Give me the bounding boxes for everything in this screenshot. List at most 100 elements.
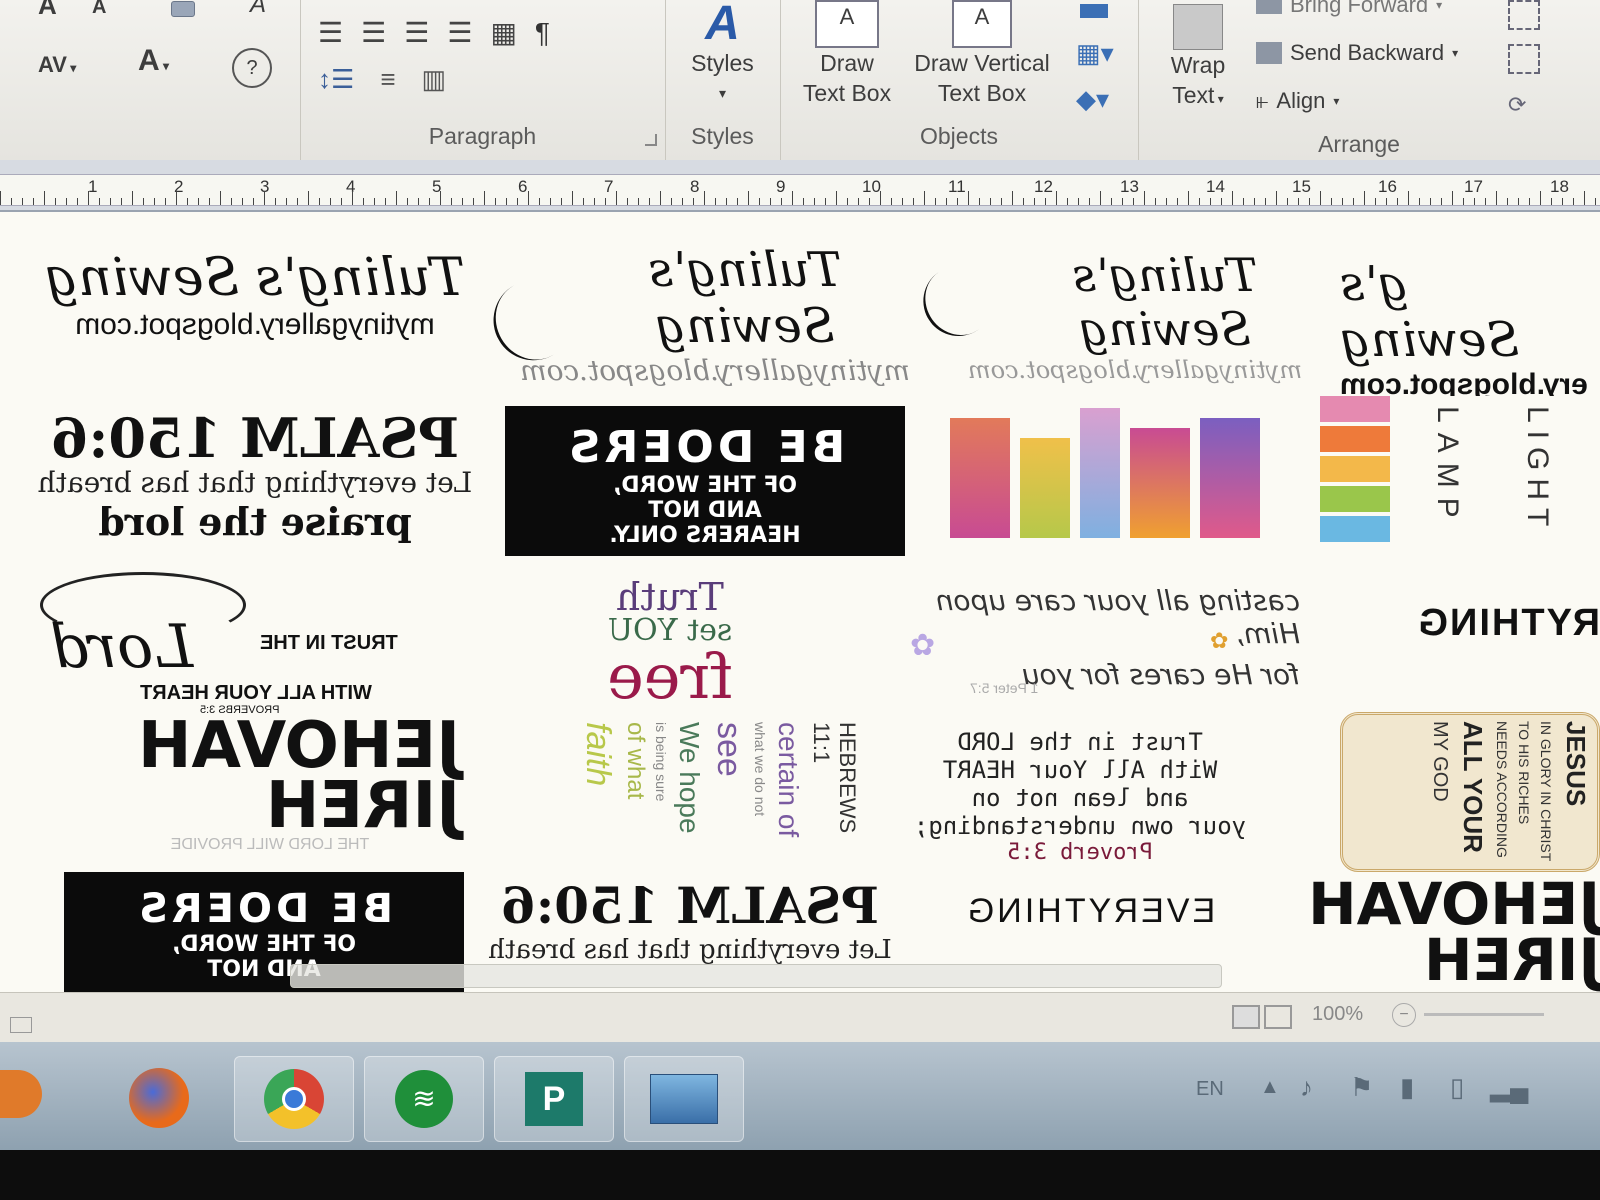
ruler-tick <box>880 191 881 205</box>
ruler-tick <box>759 198 760 205</box>
ruler-tick <box>1221 198 1222 205</box>
network-icon[interactable]: ▮ <box>1400 1072 1414 1103</box>
screen: A A A AV ▾ A ▾ ? ☰ ☰ ☰ ☰ ▦ ¶ ↕☰ ≡ ▥ Para… <box>0 0 1600 1150</box>
horizontal-ruler[interactable]: 1 2 3 4 5 6 7 8 9 10 11 12 13 14 15 16 17 18 <box>0 160 1600 212</box>
ruler-tick <box>1441 198 1442 205</box>
label-word-collage[interactable] <box>950 408 1280 558</box>
taskbar-chrome[interactable] <box>234 1056 354 1142</box>
ruler-tick <box>1320 191 1321 205</box>
be-doers-title: BE DOERS <box>564 422 846 473</box>
send-backward-button[interactable]: Send Backward ▾ <box>1256 40 1458 66</box>
rotate-icon[interactable]: ⟳ <box>1508 92 1526 118</box>
zoom-level[interactable]: 100% <box>1312 1003 1363 1026</box>
grow-font-button[interactable]: A <box>38 0 57 20</box>
ruler-tick <box>231 198 232 205</box>
ruler-tick <box>1397 198 1398 205</box>
ruler-tick <box>33 198 34 205</box>
align-button[interactable]: ⫦ Align ▾ <box>1256 88 1339 114</box>
label-be-doers[interactable]: BE DOERS OF THE WORD, AND NOT HEARERS ON… <box>505 406 905 556</box>
ruler-tick <box>583 198 584 205</box>
pilcrow-icon[interactable]: ¶ <box>535 17 550 49</box>
paragraph-spacing-icon[interactable]: ≡ <box>380 64 395 95</box>
color-stripe <box>1320 426 1390 452</box>
taskbar-publisher[interactable]: P <box>494 1056 614 1142</box>
bring-forward-button[interactable]: Bring Forward ▾ <box>1256 0 1442 18</box>
ruler-tick <box>319 198 320 205</box>
label-tulings-sewing-4[interactable]: g's Sewing ery.blogspot.com <box>1340 256 1600 396</box>
label-jesus-riches[interactable]: JESUS IN GLORY IN CHRIST TO HIS RICHES N… <box>1340 712 1600 872</box>
zoom-out-icon[interactable]: − <box>1392 1003 1416 1027</box>
ruler-tick <box>1331 198 1332 205</box>
label-tulings-sewing-2[interactable]: Tuling's Sewing mytinygallery.blogspot.c… <box>478 242 910 392</box>
dialog-launcher-icon[interactable] <box>645 134 657 146</box>
label-lamp-light[interactable]: LAMP LIGHT <box>1320 396 1600 556</box>
line-spacing-icon[interactable]: ↕☰ <box>318 64 354 95</box>
ruler-number: 15 <box>1292 177 1311 196</box>
wrap-text-button[interactable]: Wrap Text ▾ <box>1148 0 1248 114</box>
casting-line1: casting all your care upon Him, <box>935 584 1300 650</box>
label-truth-set-free[interactable]: Truth set YOU free <box>560 575 780 718</box>
label-trust-proverb[interactable]: Trust in the LORD With All Your HEART an… <box>900 728 1260 868</box>
jesus-word: JESUS <box>1561 721 1591 807</box>
ungroup-icon[interactable] <box>1508 44 1540 74</box>
ruler-tick <box>330 198 331 205</box>
ruler-tick <box>968 191 969 205</box>
signal-icon[interactable]: ▂▄ <box>1490 1072 1528 1103</box>
draw-vertical-text-box-button[interactable]: A Draw Vertical Text Box <box>902 0 1062 108</box>
page-indicator-icon[interactable] <box>10 1017 32 1033</box>
picture-icon[interactable]: ◆▾ <box>1076 84 1109 115</box>
label-tulings-sewing-3[interactable]: Tuling's Sewing mytinygallery.blogspot.c… <box>909 248 1340 398</box>
align-center-icon[interactable]: ☰ <box>361 16 386 49</box>
shrink-font-button[interactable]: A <box>92 0 106 22</box>
label-trust-in-the-lord[interactable]: Lord TRUST IN THE WITH ALL YOUR HEART PR… <box>30 572 490 716</box>
label-psalm-150-6[interactable]: PSALM 150:6 Let everything that has brea… <box>20 406 490 560</box>
volume-icon[interactable]: ♪ <box>1300 1072 1313 1103</box>
table-icon[interactable]: ▦▾ <box>1076 38 1114 69</box>
window-icon <box>650 1074 718 1124</box>
battery-icon[interactable]: ▯ <box>1450 1072 1464 1103</box>
shape-icon[interactable] <box>1080 4 1108 18</box>
tray-arrow-icon[interactable]: ▲ <box>1260 1076 1280 1099</box>
symbol-button[interactable]: ? <box>232 48 272 88</box>
tray-language[interactable]: EN <box>1196 1078 1224 1101</box>
horizontal-scrollbar[interactable] <box>290 964 1222 988</box>
ruler-tick <box>484 191 485 205</box>
clear-format-button[interactable] <box>168 0 198 17</box>
taskbar-firefox[interactable] <box>100 1056 218 1140</box>
font-color-button[interactable]: A ▾ <box>138 46 169 81</box>
view-normal-icon[interactable] <box>1232 1005 1260 1029</box>
butterfly-icon: ✿ <box>1210 628 1229 653</box>
label-url: mytinygallery.blogspot.com <box>520 354 910 387</box>
psalm-line2: praise the lord <box>98 499 412 544</box>
hebrews-word: is being sure <box>653 722 669 802</box>
ruler-tick <box>1430 198 1431 205</box>
character-spacing-button[interactable]: AV ▾ <box>38 50 76 83</box>
jehovah-line2: JIREH <box>265 769 460 843</box>
group-icon[interactable] <box>1508 0 1540 30</box>
label-tulings-sewing-1[interactable]: Tuling's Sewing mytinygallery.blogspot.c… <box>40 248 470 388</box>
ruler-tick <box>1353 198 1354 205</box>
chevron-down-icon: ▾ <box>159 59 170 73</box>
label-jehovah-jireh[interactable]: JEHOVAH JIREH THE LORD WILL PROVIDE <box>80 709 460 876</box>
align-right-icon[interactable]: ☰ <box>404 16 429 49</box>
styles-button[interactable]: A Styles ▾ <box>665 0 780 108</box>
draw-text-box-button[interactable]: A Draw Text Box <box>792 0 902 108</box>
ruler-tick <box>308 191 309 205</box>
label-casting-care[interactable]: casting all your care upon Him, for He c… <box>890 584 1300 704</box>
columns-icon[interactable]: ▦ <box>490 16 516 49</box>
taskbar-spotify[interactable]: ≋ <box>364 1056 484 1142</box>
view-two-page-icon[interactable] <box>1264 1005 1292 1029</box>
casting-ref: 1 Peter 5:7 <box>970 680 1039 696</box>
justify-icon[interactable]: ☰ <box>447 16 472 49</box>
label-everything-partial[interactable]: RYTHING <box>1360 602 1600 682</box>
text-effects-button[interactable]: A <box>250 0 266 20</box>
align-left-icon[interactable]: ☰ <box>318 16 343 49</box>
label-jehovah-bottom[interactable]: JEHOVAH JIREH <box>1280 876 1600 992</box>
media-player-icon[interactable] <box>0 1070 42 1118</box>
taskbar-window[interactable] <box>624 1056 744 1142</box>
label-hebrews-11-1[interactable]: HEBREWS 11:1 certain of what we do not s… <box>540 722 860 862</box>
flag-icon[interactable]: ⚑ <box>1350 1072 1373 1103</box>
column-layout-icon[interactable]: ▥ <box>421 64 446 95</box>
zoom-slider[interactable] <box>1424 1013 1544 1016</box>
document-page[interactable]: Tuling's Sewing mytinygallery.blogspot.c… <box>0 212 1600 992</box>
